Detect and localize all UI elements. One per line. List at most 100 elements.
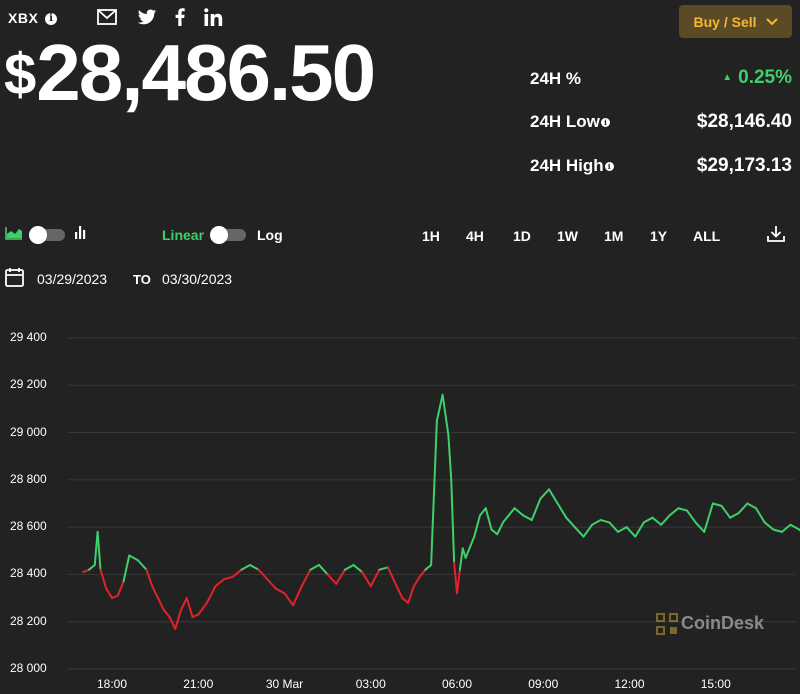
price-segment	[642, 516, 654, 524]
price-segment	[435, 393, 444, 422]
buy-sell-button[interactable]: Buy / Sell	[679, 5, 792, 38]
scale-toggle[interactable]	[210, 226, 246, 244]
y-tick-label: 29 200	[10, 377, 47, 392]
price-segment	[412, 575, 421, 588]
price-segment	[292, 585, 303, 607]
price-segment	[507, 507, 516, 517]
low-value: $28,146.40	[696, 111, 792, 132]
x-tick-label: 30 Mar	[266, 677, 303, 691]
buy-sell-label: Buy / Sell	[693, 13, 757, 30]
price-segment	[763, 521, 775, 531]
price-value: 28,486.50	[36, 28, 376, 117]
y-tick-label: 29 000	[10, 424, 47, 439]
price-segment	[122, 554, 131, 583]
price-segment	[309, 563, 320, 571]
price-segment	[746, 502, 757, 510]
x-tick-label: 15:00	[701, 677, 731, 691]
price-segment	[249, 563, 260, 571]
change-value: ▲ 0.25%	[722, 67, 792, 89]
price-segment	[625, 526, 637, 538]
price-segment	[99, 568, 108, 590]
price-segment	[755, 507, 766, 524]
price-segment	[395, 585, 404, 600]
high-label: 24H High i	[530, 156, 614, 176]
toggle-knob	[210, 226, 228, 244]
info-icon[interactable]: i	[600, 118, 610, 127]
price-segment	[530, 497, 542, 522]
x-tick-label: 03:00	[356, 677, 386, 691]
price-segment	[467, 535, 476, 552]
price-segment	[231, 568, 243, 578]
price-segment	[634, 521, 645, 538]
x-tick-label: 18:00	[97, 677, 127, 691]
price-segment	[162, 608, 171, 618]
price-segment	[729, 511, 740, 519]
low-label-text: 24H Low	[530, 112, 600, 131]
price-segment	[548, 488, 559, 505]
range-1y[interactable]: 1Y	[650, 228, 667, 244]
price-segment	[387, 566, 398, 588]
area-chart-icon[interactable]	[5, 226, 23, 240]
price-segment	[450, 478, 456, 564]
price-currency: $	[4, 42, 36, 107]
watermark-text: CoinDesk	[681, 613, 765, 633]
price-segment	[352, 563, 364, 574]
range-all[interactable]: ALL	[693, 228, 720, 244]
date-to[interactable]: 03/30/2023	[162, 271, 232, 287]
download-icon[interactable]	[767, 225, 785, 242]
price-segment	[660, 514, 671, 526]
info-icon[interactable]: i	[45, 13, 57, 25]
y-tick-label: 28 800	[10, 471, 47, 486]
y-tick-label: 28 600	[10, 519, 47, 534]
change-value-text: 0.25%	[738, 67, 792, 88]
price-segment	[490, 528, 499, 536]
date-from[interactable]: 03/29/2023	[37, 271, 107, 287]
log-option[interactable]: Log	[257, 227, 283, 243]
range-4h[interactable]: 4H	[466, 228, 484, 244]
linear-option[interactable]: Linear	[162, 227, 204, 243]
chevron-down-icon	[765, 17, 778, 25]
price-segment	[318, 563, 329, 576]
price-segment	[496, 521, 504, 536]
price-segment	[168, 615, 177, 630]
price-segment	[582, 523, 594, 538]
price-segment	[651, 516, 663, 526]
x-axis: 18:00 21:00 30 Mar 03:00 06:00 09:00 12:00 15:0…	[97, 677, 731, 691]
calendar-icon[interactable]	[5, 267, 24, 287]
range-1w[interactable]: 1W	[557, 228, 578, 244]
price-segment	[180, 597, 188, 611]
low-label: 24H Low i	[530, 112, 610, 132]
price-segment	[223, 575, 234, 581]
twitter-icon[interactable]	[136, 6, 158, 28]
price-segment	[174, 608, 182, 630]
range-1m[interactable]: 1M	[604, 228, 623, 244]
linkedin-icon[interactable]	[202, 6, 224, 28]
info-icon[interactable]: i	[604, 162, 614, 171]
range-1h[interactable]: 1H	[422, 228, 440, 244]
price-segment	[573, 526, 585, 538]
price-segment	[151, 585, 159, 600]
chart-type-toggle[interactable]	[29, 226, 65, 244]
price-segment	[240, 563, 251, 571]
mail-icon[interactable]	[96, 6, 118, 28]
price-segment	[274, 587, 286, 595]
price-segment	[145, 568, 154, 588]
price-segment	[185, 597, 194, 618]
price-chart[interactable]: 18:00 21:00 30 Mar 03:00 06:00 09:00 12:00 15:0…	[0, 290, 800, 694]
bar-chart-icon[interactable]	[74, 225, 88, 240]
y-tick-label: 28 200	[10, 613, 47, 628]
range-1d[interactable]: 1D	[513, 228, 531, 244]
high-label-text: 24H High	[530, 156, 604, 175]
price-segment	[737, 502, 749, 514]
price-segment	[617, 526, 628, 533]
price-segment	[473, 514, 481, 538]
price-segment	[157, 597, 165, 611]
price-segment	[441, 393, 450, 436]
price-segment	[484, 507, 493, 531]
price-segment	[720, 504, 732, 519]
price-segment	[539, 488, 550, 500]
x-tick-label: 21:00	[183, 677, 213, 691]
price-segment	[266, 578, 277, 590]
facebook-icon[interactable]	[172, 6, 188, 28]
price-segment	[326, 573, 338, 585]
